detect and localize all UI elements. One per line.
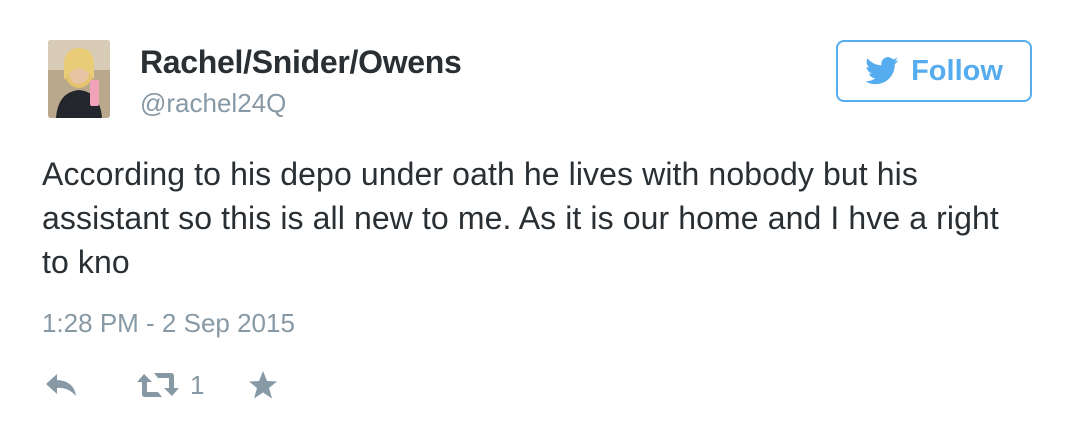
retweet-count: 1 — [190, 370, 205, 400]
star-icon — [249, 371, 277, 399]
tweet-timestamp[interactable]: 1:28 PM - 2 Sep 2015 — [42, 308, 295, 339]
reply-icon — [46, 374, 76, 396]
favorite-button[interactable] — [248, 370, 278, 405]
tweet-actions: 1 — [40, 368, 340, 408]
user-name[interactable]: Rachel/Snider/Owens — [140, 44, 462, 81]
avatar[interactable] — [48, 40, 110, 118]
follow-label: Follow — [911, 54, 1003, 87]
avatar-image — [48, 40, 110, 118]
retweet-button[interactable] — [136, 370, 180, 405]
twitter-bird-icon — [865, 57, 899, 85]
follow-button[interactable]: Follow — [836, 40, 1032, 102]
retweet-icon — [137, 373, 179, 397]
reply-button[interactable] — [44, 372, 78, 403]
tweet-card: Rachel/Snider/Owens @rachel24Q Follow Ac… — [0, 0, 1074, 435]
tweet-text: According to his depo under oath he live… — [42, 156, 999, 280]
user-handle[interactable]: @rachel24Q — [140, 88, 286, 119]
